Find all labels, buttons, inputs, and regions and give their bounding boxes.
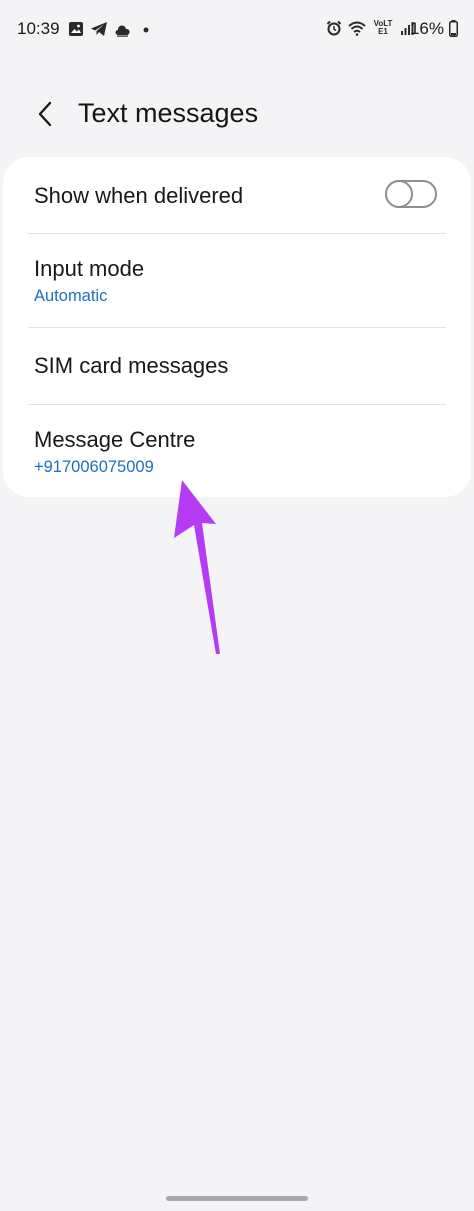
status-bar: 10:39 VoLTE1 16% [0, 0, 474, 58]
weather-icon [115, 25, 130, 37]
volte-icon: VoLTE1 [373, 19, 393, 36]
setting-sim-card-messages[interactable]: SIM card messages [3, 328, 471, 404]
status-left-icons [68, 20, 152, 38]
setting-title: Input mode [34, 256, 145, 281]
settings-card: Show when delivered Input mode Automatic… [3, 157, 471, 497]
header: Text messages [0, 86, 474, 142]
setting-show-when-delivered[interactable]: Show when delivered [3, 157, 471, 233]
annotation-arrow-icon [174, 480, 220, 654]
gallery-icon [69, 22, 83, 36]
back-button[interactable] [26, 94, 64, 134]
setting-value: +917006075009 [34, 458, 154, 476]
setting-title: Message Centre [34, 427, 196, 452]
alarm-icon [326, 20, 342, 36]
setting-title: Show when delivered [34, 183, 244, 208]
setting-title: SIM card messages [34, 353, 229, 378]
status-time: 10:39 [17, 19, 60, 38]
battery-icon [449, 20, 458, 37]
page-title: Text messages [78, 98, 259, 128]
setting-input-mode[interactable]: Input mode Automatic [3, 234, 471, 327]
battery-percentage: 16% [409, 19, 444, 38]
home-indicator[interactable] [166, 1196, 308, 1201]
telegram-icon [91, 22, 107, 36]
dot-icon [143, 27, 149, 33]
setting-value: Automatic [34, 287, 108, 305]
toggle-knob [385, 180, 413, 208]
show-when-delivered-toggle[interactable] [385, 180, 437, 208]
status-right-icons: VoLTE1 [326, 18, 414, 38]
chevron-left-icon [38, 101, 52, 127]
wifi-icon [348, 21, 366, 36]
